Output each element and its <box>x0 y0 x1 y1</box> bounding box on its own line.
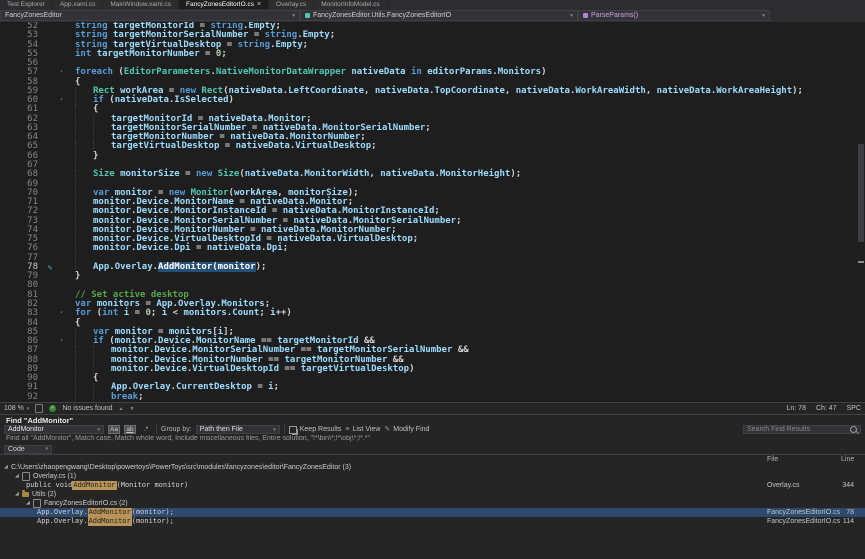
find-results-tree[interactable]: ◢C:\Users\zhaopengwang\Desktop\powertoys… <box>0 463 865 559</box>
chevron-down-icon: ▾ <box>45 446 48 452</box>
close-icon[interactable]: × <box>257 1 261 8</box>
regex-button[interactable]: .* <box>140 425 152 434</box>
modify-find-button[interactable]: ✎ Modify Find <box>384 426 429 433</box>
pencil-icon: ✎ <box>384 426 390 433</box>
keep-results-toggle[interactable]: Keep Results <box>289 426 342 434</box>
result-filter-row: Code ▾ <box>0 444 865 454</box>
document-tab[interactable]: Overlay.cs <box>269 0 314 9</box>
line-column-header[interactable]: Line <box>841 456 854 463</box>
list-view-toggle[interactable]: ≡ List View <box>345 426 380 433</box>
next-issue-icon[interactable]: ▼ <box>130 406 135 412</box>
code-line[interactable]: 65targetVirtualDesktop = nativeData.Virt… <box>0 142 865 151</box>
find-summary: Find all "AddMonitor", Match case, Match… <box>0 435 865 444</box>
code-line[interactable]: 89monitor.Device.VirtualDesktopId == tar… <box>0 365 865 374</box>
code-line[interactable]: 68Size monitorSize = new Size(nativeData… <box>0 170 865 179</box>
document-health-icon[interactable] <box>35 404 43 413</box>
code-line[interactable]: 55int targetMonitorNumber = 0; <box>0 50 865 59</box>
find-panel-title: Find "AddMonitor" <box>0 414 865 424</box>
code-line[interactable]: 92break; <box>0 393 865 402</box>
fold-chevron-icon[interactable]: ▾ <box>56 68 67 77</box>
line-indicator: Ln: 78 <box>787 405 806 412</box>
find-toolbar: AddMonitor ▾ Aa ab .* Group by: Path the… <box>0 424 865 435</box>
code-line[interactable]: 66} <box>0 152 865 161</box>
whole-word-button[interactable]: ab <box>124 425 136 434</box>
toolbar-separator <box>284 425 285 434</box>
chevron-down-icon: ▾ <box>292 13 295 19</box>
project-name: FancyZonesEditor <box>5 12 62 19</box>
match-highlight: AddMonitor <box>88 517 132 526</box>
csharp-file-icon <box>22 472 30 481</box>
match-highlight: AddMonitor <box>72 481 116 490</box>
navigation-bar: FancyZonesEditor ▾ FancyZonesEditor.Util… <box>0 9 865 22</box>
result-type-filter[interactable]: Code ▾ <box>4 445 52 454</box>
toolbar-separator <box>156 425 157 434</box>
result-row[interactable]: App.Overlay.AddMonitor(monitor);FancyZon… <box>0 517 865 526</box>
document-tab[interactable]: Test Explorer <box>0 0 53 9</box>
expand-chevron-icon[interactable]: ◢ <box>4 463 11 472</box>
project-dropdown[interactable]: FancyZonesEditor ▾ <box>0 10 300 21</box>
class-icon <box>305 13 310 18</box>
code-editor[interactable]: 52string targetMonitorId = string.Empty;… <box>0 22 865 402</box>
member-dropdown[interactable]: ParseParams() ▾ <box>578 10 770 21</box>
edit-pencil-icon: ✎ <box>44 263 56 272</box>
group-by-label: Group by: <box>161 426 192 433</box>
result-row[interactable]: public void AddMonitor(Monitor monitor)O… <box>0 481 865 490</box>
expand-chevron-icon[interactable]: ◢ <box>26 499 33 508</box>
search-results-input[interactable]: Search Find Results <box>743 425 861 434</box>
document-tab[interactable]: MonitorInfoModel.cs <box>314 0 388 9</box>
expand-chevron-icon[interactable]: ◢ <box>15 472 22 481</box>
keep-results-icon <box>289 426 297 434</box>
find-query-combo[interactable]: AddMonitor ▾ <box>4 425 104 434</box>
chevron-down-icon: ▾ <box>570 13 573 19</box>
code-line[interactable]: 83▾for (int i = 0; i < monitors.Count; i… <box>0 309 865 318</box>
code-line[interactable]: 76monitor.Device.Dpi = nativeData.Dpi; <box>0 244 865 253</box>
group-by-dropdown[interactable]: Path then File ▾ <box>196 425 280 434</box>
member-name: ParseParams() <box>591 12 638 19</box>
result-group-row[interactable]: ◢Utils (2) <box>0 490 865 499</box>
check-circle-icon: ✓ <box>49 405 56 412</box>
csharp-file-icon <box>33 499 41 508</box>
document-tabbar: Test ExplorerApp.xaml.csMainWindow.xaml.… <box>0 0 865 9</box>
chevron-down-icon: ▾ <box>97 427 100 433</box>
document-tab[interactable]: FancyZonesEditorIO.cs× <box>179 0 269 9</box>
zoom-control[interactable]: 108 % <box>4 405 24 412</box>
method-icon <box>583 13 588 18</box>
list-view-icon: ≡ <box>345 426 349 433</box>
health-text: No issues found <box>62 405 112 412</box>
fold-chevron-icon[interactable]: ▾ <box>56 96 67 105</box>
result-group-row[interactable]: ◢C:\Users\zhaopengwang\Desktop\powertoys… <box>0 463 865 472</box>
document-tab[interactable]: MainWindow.xaml.cs <box>103 0 179 9</box>
result-group-row[interactable]: ◢Overlay.cs (1) <box>0 472 865 481</box>
type-dropdown[interactable]: FancyZonesEditor.Utils.FancyZonesEditorI… <box>300 10 578 21</box>
chevron-down-icon: ▾ <box>762 13 765 19</box>
search-icon <box>850 426 857 433</box>
scrollbar-thumb[interactable] <box>858 144 864 243</box>
code-line[interactable]: 79} <box>0 272 865 281</box>
fold-chevron-icon[interactable]: ▾ <box>56 337 67 346</box>
document-tab[interactable]: App.xaml.cs <box>53 0 103 9</box>
whitespace-indicator[interactable]: SPC <box>847 405 861 412</box>
code-line[interactable]: 60▾if (nativeData.IsSelected) <box>0 96 865 105</box>
match-case-button[interactable]: Aa <box>108 425 120 434</box>
folder-icon <box>22 492 29 497</box>
editor-scrollbar[interactable] <box>857 22 865 402</box>
column-indicator: Ch: 47 <box>816 405 837 412</box>
type-name: FancyZonesEditor.Utils.FancyZonesEditorI… <box>313 12 451 19</box>
match-marker <box>858 261 864 263</box>
prev-issue-icon[interactable]: ▲ <box>119 406 124 412</box>
line-number: 92 <box>0 393 44 402</box>
chevron-down-icon: ▾ <box>27 406 30 412</box>
expand-chevron-icon[interactable]: ◢ <box>15 490 22 499</box>
result-row[interactable]: App.Overlay.AddMonitor(monitor);FancyZon… <box>0 508 865 517</box>
result-group-row[interactable]: ◢FancyZonesEditorIO.cs (2) <box>0 499 865 508</box>
code-line[interactable]: 57▾foreach (EditorParameters.NativeMonit… <box>0 68 865 77</box>
chevron-down-icon: ▾ <box>273 427 276 433</box>
fold-chevron-icon[interactable]: ▾ <box>56 309 67 318</box>
editor-status-bar: 108 % ▾ ✓ No issues found ▲ ▼ Ln: 78 Ch:… <box>0 402 865 414</box>
file-column-header[interactable]: File <box>767 456 778 463</box>
match-highlight: AddMonitor <box>88 508 132 517</box>
code-line[interactable]: 78✎App.Overlay.AddMonitor(monitor); <box>0 263 865 272</box>
